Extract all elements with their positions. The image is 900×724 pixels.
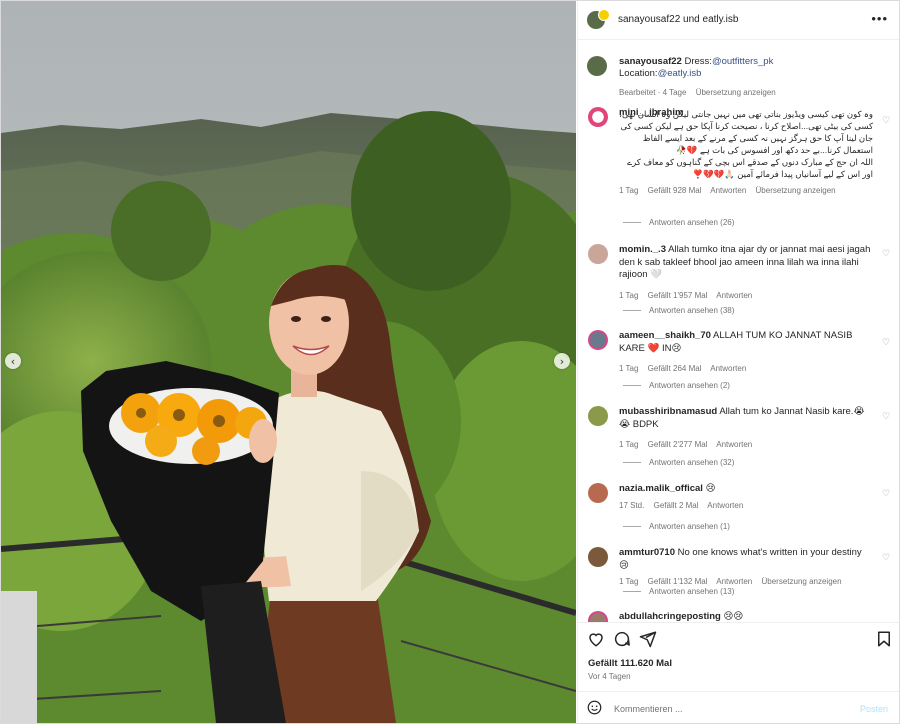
post-like-count[interactable]: Gefällt 111.620 Mal — [588, 658, 672, 669]
comment-age: 1 Tag — [619, 577, 639, 586]
post-header: sanayousaf22 und eatly.isb ••• — [578, 1, 899, 40]
caption-dress-link[interactable]: @outfitters_pk — [712, 56, 773, 67]
comment-username[interactable]: abdullahcringeposting — [619, 611, 721, 622]
post-timestamp: Vor 4 Tagen — [588, 672, 631, 681]
comment-body: mini__ibrahim وہ کون تھی کیسی ویڈیوز بنا… — [619, 107, 873, 197]
comment-like-heart-icon[interactable]: ♡ — [881, 115, 891, 125]
emoji-icon[interactable] — [587, 700, 602, 715]
comment-reply-button[interactable]: Antworten — [716, 577, 752, 586]
comment-username[interactable]: ammtur0710 — [619, 547, 675, 558]
post-side-panel: sanayousaf22 und eatly.isb ••• sanayousa… — [577, 1, 899, 723]
comment-body: nazia.malik_offical 😢 17 Std. Gefällt 2 … — [619, 483, 873, 512]
comment-like-count[interactable]: Gefällt 2 Mal — [654, 501, 699, 510]
view-replies-button[interactable]: Antworten ansehen (38) — [623, 306, 734, 315]
comment-like-heart-icon[interactable]: ♡ — [881, 552, 891, 562]
next-image-button[interactable]: › — [554, 353, 570, 369]
comment-translate-link[interactable]: Übersetzung anzeigen — [756, 186, 836, 195]
comment-like-heart-icon[interactable]: ♡ — [881, 488, 891, 498]
comment-avatar[interactable] — [588, 483, 608, 503]
comment-age: 1 Tag — [619, 290, 639, 300]
comment-like-heart-icon[interactable]: ♡ — [881, 411, 891, 421]
bookmark-icon[interactable] — [875, 630, 893, 648]
comment-avatar[interactable] — [588, 107, 608, 127]
comment-username[interactable]: aameen__shaikh_70 — [619, 330, 711, 341]
comment-body: ammtur0710 No one knows what's written i… — [619, 547, 873, 589]
comment-age: 1 Tag — [619, 185, 639, 195]
comment-like-count[interactable]: Gefällt 264 Mal — [648, 364, 702, 373]
caption-location-label: Location: — [619, 68, 658, 79]
chevron-left-icon: ‹ — [10, 354, 16, 368]
view-replies-button[interactable]: Antworten ansehen (26) — [623, 218, 734, 227]
comment-body: abdullahcringeposting 😢😢 — [619, 611, 873, 622]
comments-list[interactable]: sanayousaf22 Dress:@outfitters_pk Locati… — [578, 40, 899, 622]
instagram-post-modal: ‹ › sanayousaf22 und eatly.isb ••• sanay… — [0, 0, 900, 724]
post-caption: sanayousaf22 Dress:@outfitters_pk Locati… — [619, 56, 879, 99]
comment-username[interactable]: nazia.malik_offical — [619, 483, 703, 494]
comment-body: aameen__shaikh_70 ALLAH TUM KO JANNAT NA… — [619, 330, 873, 376]
comment-avatar[interactable] — [588, 244, 608, 264]
caption-translate-link[interactable]: Übersetzung anzeigen — [696, 88, 776, 97]
photo-illustration — [1, 1, 576, 723]
caption-dress-label: Dress: — [684, 56, 712, 67]
comment-icon[interactable] — [613, 630, 631, 648]
comment-age: 1 Tag — [619, 440, 639, 449]
comment-text: 😢😢 — [723, 611, 744, 622]
comment-text-2: اللہ ان حج کے مبارک دنوں کے صدقے اس بچی … — [627, 156, 873, 179]
comment-age: 17 Std. — [619, 500, 645, 510]
view-replies-button[interactable]: Antworten ansehen (1) — [623, 522, 730, 531]
comment-username[interactable]: momin._.3 — [619, 244, 666, 255]
comment-text: وہ کون تھی کیسی ویڈیوز بناتی تھی میں نہی… — [619, 108, 873, 155]
heart-icon[interactable] — [587, 630, 605, 648]
more-options-icon[interactable]: ••• — [871, 11, 888, 26]
comment-reply-button[interactable]: Antworten — [707, 501, 743, 510]
comment-reply-button[interactable]: Antworten — [716, 440, 752, 449]
caption-location-link[interactable]: @eatly.isb — [658, 68, 702, 79]
comment-like-count[interactable]: Gefällt 2'277 Mal — [648, 440, 708, 449]
comment-input[interactable]: Kommentieren ... — [614, 704, 683, 714]
previous-image-button[interactable]: ‹ — [5, 353, 21, 369]
caption-avatar[interactable] — [587, 56, 607, 76]
comment-age: 1 Tag — [619, 364, 639, 373]
comment-like-heart-icon[interactable]: ♡ — [881, 248, 891, 258]
comment-avatar[interactable] — [588, 406, 608, 426]
post-comment-button[interactable]: Posten — [860, 704, 888, 714]
comment-avatar[interactable] — [588, 330, 608, 350]
post-actions: Gefällt 111.620 Mal Vor 4 Tagen Kommenti… — [578, 622, 899, 723]
comment-reply-button[interactable]: Antworten — [710, 186, 746, 195]
comment-text: 😢 — [705, 483, 716, 494]
share-icon[interactable] — [639, 630, 657, 648]
comment-reply-button[interactable]: Antworten — [716, 291, 752, 300]
comment-body: momin._.3 Allah tumko itna ajar dy or ja… — [619, 244, 873, 302]
chevron-right-icon: › — [559, 354, 565, 368]
comment-like-count[interactable]: Gefällt 928 Mal — [648, 186, 702, 195]
comment-username[interactable]: mubasshiribnamasud — [619, 406, 717, 417]
comment-body: mubasshiribnamasud Allah tum ko Jannat N… — [619, 406, 873, 452]
comment-translate-link[interactable]: Übersetzung anzeigen — [762, 577, 842, 586]
post-photo[interactable]: ‹ › — [1, 1, 576, 723]
post-author-names[interactable]: sanayousaf22 und eatly.isb — [618, 14, 738, 25]
collab-avatar[interactable] — [598, 9, 610, 21]
view-replies-button[interactable]: Antworten ansehen (2) — [623, 381, 730, 390]
caption-edited: Bearbeitet · 4 Tage — [619, 88, 687, 97]
comment-reply-button[interactable]: Antworten — [710, 364, 746, 373]
view-replies-button[interactable]: Antworten ansehen (32) — [623, 458, 734, 467]
comment-avatar[interactable] — [588, 611, 608, 622]
comment-compose: Kommentieren ... Posten — [578, 691, 899, 723]
comment-like-heart-icon[interactable]: ♡ — [881, 337, 891, 347]
comment-avatar[interactable] — [588, 547, 608, 567]
comment-like-count[interactable]: Gefällt 1'957 Mal — [648, 291, 708, 300]
view-replies-button[interactable]: Antworten ansehen (13) — [623, 587, 734, 596]
caption-username[interactable]: sanayousaf22 — [619, 56, 682, 67]
comment-like-count[interactable]: Gefällt 1'132 Mal — [648, 577, 708, 586]
